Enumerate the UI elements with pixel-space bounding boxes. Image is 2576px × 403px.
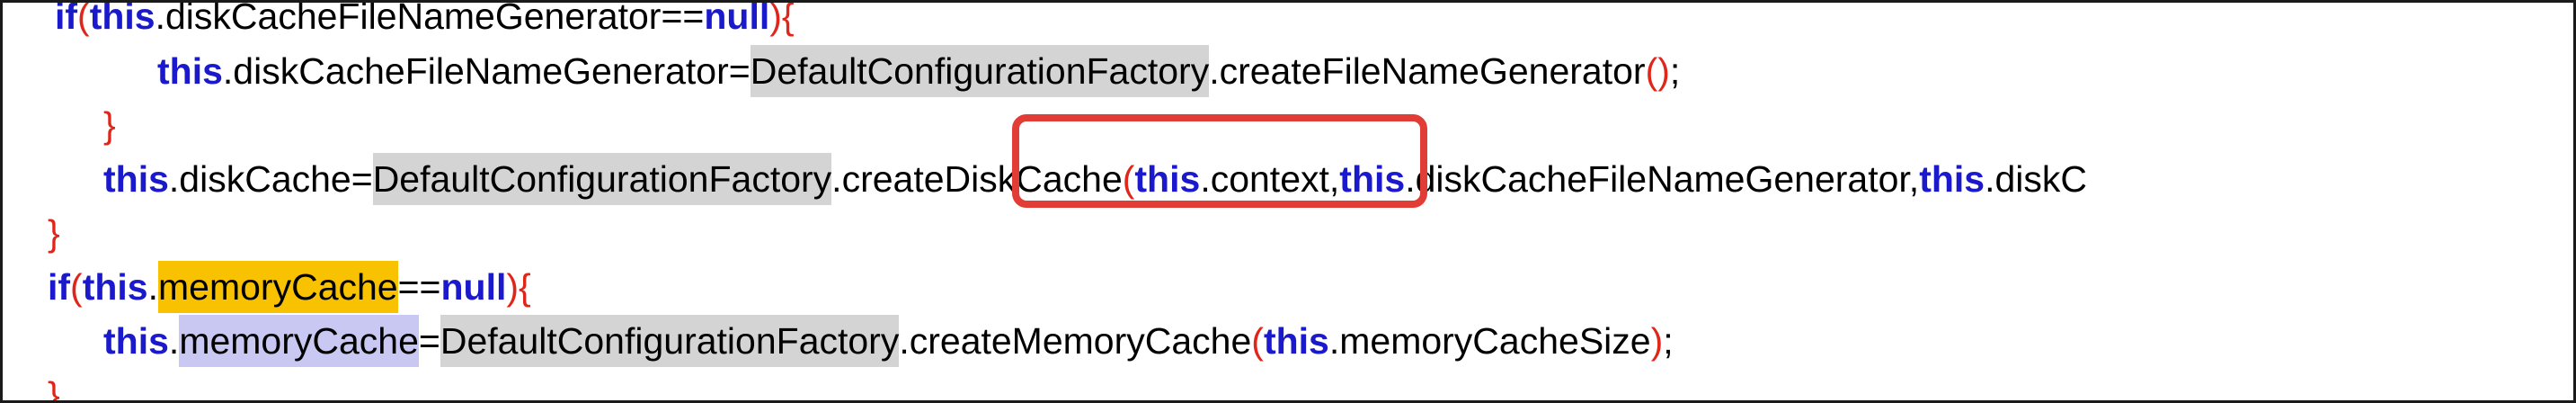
keyword-this: this <box>103 320 169 362</box>
operator: = <box>418 320 440 362</box>
argument: .memoryCacheSize <box>1328 320 1651 362</box>
field-write-highlighted: memoryCache <box>179 315 419 367</box>
semicolon: ; <box>1669 50 1681 92</box>
method-call: .createMemoryCache <box>899 320 1252 362</box>
field-ref: .diskCacheFileNameGenerator <box>155 0 662 37</box>
keyword-this: this <box>103 158 169 200</box>
class-name-highlighted: DefaultConfigurationFactory <box>372 153 832 205</box>
code-line-6: if (this.memoryCache == null) { <box>48 261 531 313</box>
paren: ( <box>70 266 83 308</box>
code-line-2: this.diskCacheFileNameGenerator = Defaul… <box>157 45 1680 97</box>
keyword-null: null <box>440 266 507 308</box>
code-line-3: } <box>103 99 116 151</box>
argument: .context, <box>1200 158 1340 200</box>
semicolon: ; <box>1663 320 1674 362</box>
paren: ) <box>769 0 782 37</box>
brace: } <box>103 104 116 146</box>
dot: . <box>168 320 180 362</box>
keyword-this: this <box>1263 320 1329 362</box>
operator: = <box>351 158 373 200</box>
argument: .diskCacheFileNameGenerator, <box>1405 158 1920 200</box>
keyword-this: this <box>1134 158 1201 200</box>
code-line-8: } <box>48 369 60 403</box>
keyword-this: this <box>82 266 148 308</box>
method-call: .createFileNameGenerator <box>1209 50 1646 92</box>
keyword-if: if <box>48 266 71 308</box>
argument-truncated: .diskC <box>1985 158 2088 200</box>
class-name-highlighted: DefaultConfigurationFactory <box>750 45 1210 97</box>
code-line-7: this.memoryCache = DefaultConfigurationF… <box>103 315 1674 367</box>
paren: ( <box>1251 320 1264 362</box>
code-editor[interactable]: if (this.diskCacheFileNameGenerator == n… <box>3 0 2573 403</box>
paren: ) <box>506 266 520 308</box>
paren: ( <box>77 0 90 37</box>
class-name-highlighted: DefaultConfigurationFactory <box>440 315 900 367</box>
keyword-null: null <box>704 0 770 37</box>
operator: == <box>397 266 441 308</box>
field-occurrence-highlighted: memoryCache <box>158 261 398 313</box>
keyword-this: this <box>89 0 155 37</box>
code-line-1: if (this.diskCacheFileNameGenerator == n… <box>55 0 795 42</box>
keyword-this: this <box>1339 158 1406 200</box>
operator: = <box>728 50 751 92</box>
keyword-this: this <box>157 50 223 92</box>
code-line-4: this.diskCache = DefaultConfigurationFac… <box>103 153 2087 205</box>
paren: () <box>1645 50 1670 92</box>
method-call: .createDiskCache <box>831 158 1123 200</box>
code-line-5: } <box>48 207 60 259</box>
brace: } <box>48 212 60 254</box>
brace: { <box>519 266 531 308</box>
code-screenshot-frame: if (this.diskCacheFileNameGenerator == n… <box>0 0 2576 403</box>
paren: ) <box>1650 320 1664 362</box>
brace: } <box>48 374 60 403</box>
operator: == <box>661 0 705 37</box>
field-ref: .diskCacheFileNameGenerator <box>222 50 729 92</box>
paren: ( <box>1122 158 1135 200</box>
keyword-if: if <box>55 0 78 37</box>
field-ref: .diskCache <box>168 158 351 200</box>
dot: . <box>147 266 159 308</box>
keyword-this: this <box>1919 158 1985 200</box>
brace: { <box>781 0 795 37</box>
